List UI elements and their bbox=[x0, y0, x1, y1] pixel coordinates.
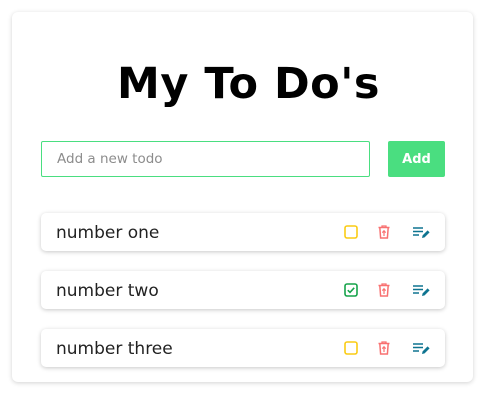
todo-text: number three bbox=[56, 339, 173, 359]
add-todo-button[interactable]: Add bbox=[388, 141, 445, 177]
todo-item: number two bbox=[41, 271, 445, 309]
todo-item: number three bbox=[41, 329, 445, 367]
checkbox-checked-icon[interactable] bbox=[343, 282, 359, 298]
checkbox-icon[interactable] bbox=[343, 224, 359, 240]
todo-text: number one bbox=[56, 223, 160, 243]
edit-icon[interactable] bbox=[412, 340, 430, 356]
page-title: My To Do's bbox=[117, 59, 380, 109]
checkbox-icon[interactable] bbox=[343, 340, 359, 356]
new-todo-input[interactable] bbox=[41, 141, 370, 177]
todo-text: number two bbox=[56, 281, 159, 301]
todo-item: number one bbox=[41, 213, 445, 251]
trash-icon[interactable] bbox=[376, 282, 392, 298]
edit-icon[interactable] bbox=[412, 224, 430, 240]
trash-icon[interactable] bbox=[376, 340, 392, 356]
trash-icon[interactable] bbox=[376, 224, 392, 240]
edit-icon[interactable] bbox=[412, 282, 430, 298]
